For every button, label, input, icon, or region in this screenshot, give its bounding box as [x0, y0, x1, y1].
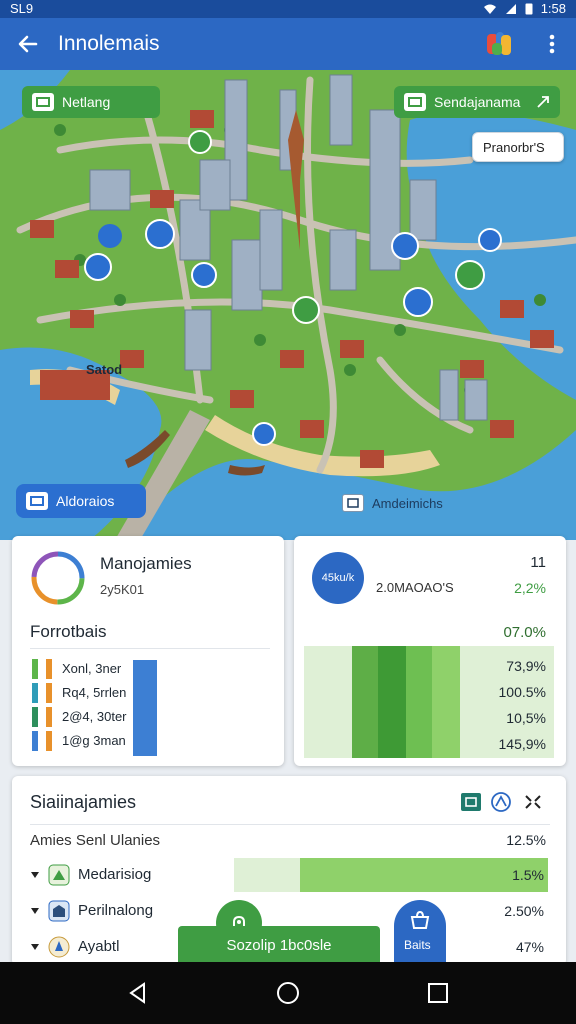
table-row[interactable]: Medarisiog 1.5%: [12, 858, 566, 892]
card-stats[interactable]: 45ku/k 11 2.0MAOAO'S 2,2% 07.0% 73,9% 10…: [294, 536, 566, 766]
table-row[interactable]: Perilnalong 2.50%: [12, 894, 566, 928]
legend-swatch-orange: [46, 683, 52, 703]
card-icon: [26, 492, 48, 510]
collapse-icon[interactable]: [536, 95, 550, 109]
row-thumbnail-icon: [48, 864, 70, 886]
legend-swatch-green: [32, 659, 38, 679]
building-icon: [48, 900, 70, 922]
map-chip-aldoraios-label: Aldoraios: [56, 493, 115, 509]
document-icon: [342, 494, 364, 512]
row-label: Perilnalong: [78, 902, 154, 919]
legend-row[interactable]: 2@4, 30ter: [30, 706, 150, 730]
primary-action-button[interactable]: Sozolip 1bc0sle: [178, 926, 380, 964]
map-layer-icon: [32, 93, 54, 111]
app-logo-icon[interactable]: [484, 29, 514, 59]
caret-down-icon[interactable]: [30, 942, 40, 952]
map-label-pranorbrs-text: Pranorbr'S: [483, 139, 545, 155]
legend-label: Xonl, 3ner: [62, 661, 122, 676]
legend-list: Xonl, 3ner Rq4, 5rrlen 2@4, 30ter 1@g 3m…: [30, 658, 150, 754]
card-manojamies-title: Manojamies: [100, 554, 192, 573]
stats-bar: [432, 646, 460, 758]
overflow-menu-icon[interactable]: [540, 32, 564, 56]
legend-swatch-blue: [32, 731, 38, 751]
divider: [30, 824, 550, 825]
card-manojamies-subtitle: 2y5K01: [100, 582, 145, 597]
compass-icon: [48, 936, 70, 958]
signal-icon: [505, 3, 516, 14]
status-time: 1:58: [540, 1, 566, 16]
stats-bar: [378, 646, 406, 758]
nav-back-icon[interactable]: [126, 981, 150, 1005]
map-chip-amdeimichs[interactable]: Amdeimichs: [332, 488, 472, 518]
card-section-title: Forrotbais: [30, 622, 107, 641]
stats-value: 100.5%: [498, 684, 546, 700]
system-nav-bar: [0, 962, 576, 1024]
blue-fab-label: Baits: [404, 938, 431, 952]
row-label: Medarisiog: [78, 866, 152, 883]
card-bottom-title: Siaiinajamies: [30, 792, 137, 812]
table-header-value: 12.5%: [506, 832, 546, 848]
blue-fab[interactable]: Baits: [394, 900, 446, 962]
app-title: Innolemais: [58, 32, 160, 55]
wifi-icon: [483, 4, 496, 14]
card-stats-subtitle-value: 2,2%: [514, 580, 546, 596]
row-value: 2.50%: [504, 903, 544, 919]
app-bar: Innolemais: [0, 18, 576, 70]
card-stats-header-value: 07.0%: [503, 624, 546, 641]
legend-row[interactable]: Xonl, 3ner: [30, 658, 150, 682]
stats-value: 10,5%: [506, 710, 546, 726]
donut-chart-icon: [31, 551, 85, 605]
card-stats-subtitle: 2.0MAOAO'S: [376, 580, 454, 595]
stats-bar: [406, 646, 432, 758]
map-chip-amdeimichs-label: Amdeimichs: [372, 495, 443, 511]
map-label-pranorbrs[interactable]: Pranorbr'S: [472, 132, 564, 162]
nav-home-icon[interactable]: [276, 981, 300, 1005]
map-chip-sendajanama[interactable]: Sendajanama: [394, 86, 560, 118]
legend-swatch-orange: [46, 707, 52, 727]
status-bar: SL9 1:58: [0, 0, 576, 18]
map-chip-aldoraios[interactable]: Aldoraios: [16, 484, 146, 518]
map-chip-netlang-label: Netlang: [62, 94, 111, 110]
battery-icon: [525, 3, 533, 15]
stat-badge: 45ku/k: [312, 552, 364, 604]
legend-swatch-orange: [46, 731, 52, 751]
stats-value: 145,9%: [498, 736, 546, 752]
chart-icon[interactable]: [460, 792, 482, 812]
legend-row[interactable]: Rq4, 5rrlen: [30, 682, 150, 706]
map-chip-sendajanama-label: Sendajanama: [434, 94, 521, 110]
row-label: Ayabtl: [78, 938, 120, 955]
legend-label: 1@g 3man: [62, 733, 126, 748]
map-chip-netlang[interactable]: Netlang: [22, 86, 160, 118]
share-icon[interactable]: [490, 791, 512, 813]
table-header-label: Amies Senl Ulanies: [30, 832, 161, 849]
row-value: 1.5%: [512, 867, 544, 883]
nav-recents-icon[interactable]: [426, 981, 450, 1005]
caret-down-icon[interactable]: [30, 870, 40, 880]
legend-label: 2@4, 30ter: [62, 709, 127, 724]
map-place-label: Satod: [86, 362, 123, 377]
legend-swatch-darkgreen: [32, 707, 38, 727]
legend-row[interactable]: 1@g 3man: [30, 730, 150, 754]
legend-swatch-orange: [46, 659, 52, 679]
stats-value: 73,9%: [506, 658, 546, 674]
divider: [30, 648, 270, 649]
stats-bar: [352, 646, 378, 758]
legend-swatch-teal: [32, 683, 38, 703]
legend-label: Rq4, 5rrlen: [62, 685, 127, 700]
city-map[interactable]: Netlang Sendajanama Pranorbr'S Satod Ald…: [0, 70, 576, 540]
back-arrow-icon[interactable]: [14, 30, 42, 58]
card-manojamies[interactable]: Manojamies 2y5K01 Forrotbais Xonl, 3ner …: [12, 536, 284, 766]
row-bar-fill: [300, 858, 548, 892]
row-value: 47%: [515, 939, 544, 955]
caret-down-icon[interactable]: [30, 906, 40, 916]
expand-icon[interactable]: [524, 794, 542, 810]
grid-icon: [404, 93, 426, 111]
summary-bar: [133, 660, 157, 756]
bag-icon: [410, 910, 430, 929]
card-stats-corner: 11: [530, 554, 546, 571]
status-left-text: SL9: [10, 1, 34, 16]
